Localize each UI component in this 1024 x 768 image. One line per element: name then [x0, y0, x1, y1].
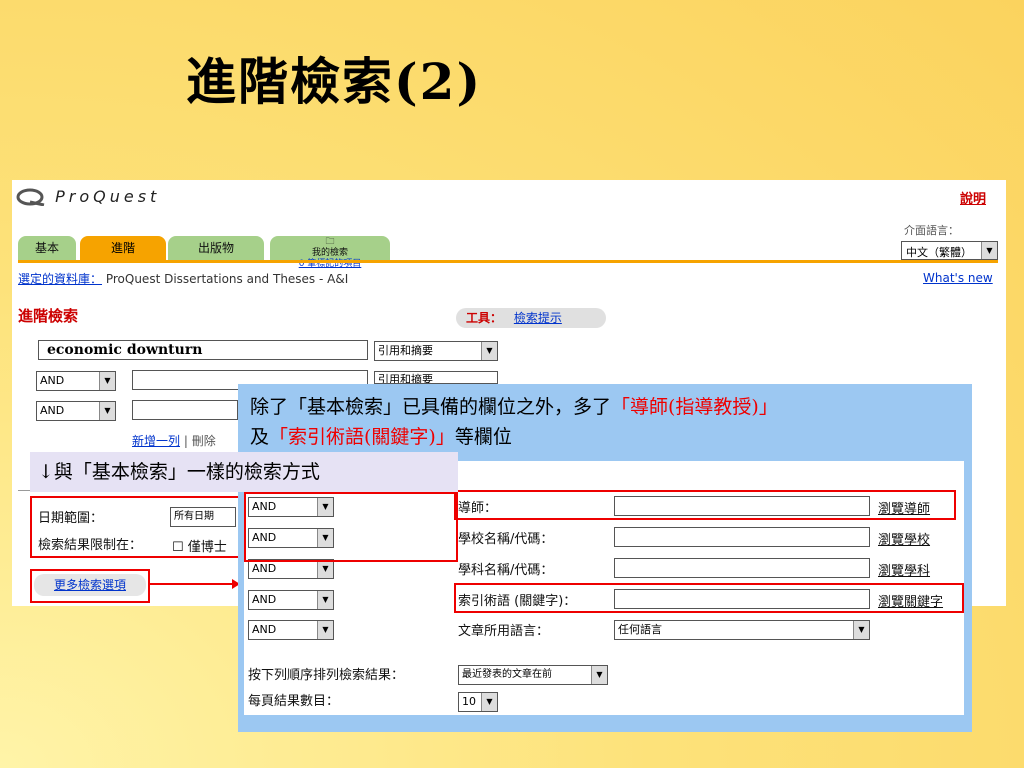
add-row-link[interactable]: 新增一列: [132, 434, 180, 448]
per-page-value: 10: [462, 695, 476, 708]
browse-school-link[interactable]: 瀏覽學校: [878, 529, 930, 548]
subject-input[interactable]: [614, 558, 870, 578]
highlight-box-advisor: [454, 490, 956, 520]
callout-line2-a: 及: [250, 426, 270, 448]
tab-advanced[interactable]: 進階: [80, 236, 166, 260]
chevron-down-icon: ▼: [99, 402, 115, 420]
callout-advisor-highlight: 「導師(指導教授)」: [611, 396, 778, 418]
language-field-label: 文章所用語言：: [458, 624, 550, 639]
field-select-2[interactable]: 引用和摘要: [374, 371, 498, 384]
field-select-2-value: 引用和摘要: [378, 373, 433, 384]
chevron-down-icon: ▼: [981, 242, 997, 259]
extra-operator-5-value: AND: [252, 623, 277, 636]
tab-divider: [18, 260, 998, 263]
tab-basic[interactable]: 基本: [18, 236, 76, 260]
language-label: 介面語言：: [904, 224, 959, 237]
extra-operator-5[interactable]: AND ▼: [248, 620, 334, 640]
per-page-select[interactable]: 10 ▼: [458, 692, 498, 712]
tools-bar: 工具： 檢索提示: [456, 308, 606, 328]
same-as-basic-note: ↓與「基本檢索」一樣的檢索方式: [30, 452, 458, 492]
subject-label: 學科名稱/代碼：: [458, 563, 554, 578]
search-input-3[interactable]: [132, 400, 238, 420]
language-select[interactable]: 中文（繁體） ▼: [901, 241, 998, 260]
highlight-box-more-options: [30, 569, 150, 603]
chevron-down-icon: ▼: [317, 621, 333, 639]
slide-title: 進階檢索(2): [186, 52, 483, 111]
logo-text: ProQuest: [55, 187, 161, 206]
tab-publications[interactable]: 出版物: [168, 236, 264, 260]
search-tips-link[interactable]: 檢索提示: [514, 311, 562, 325]
chevron-down-icon: ▼: [317, 591, 333, 609]
search-input-1[interactable]: economic downturn: [38, 340, 368, 360]
extra-operator-4[interactable]: AND ▼: [248, 590, 334, 610]
extra-operator-3-value: AND: [252, 562, 277, 575]
help-link[interactable]: 說明: [960, 188, 986, 207]
callout-line2-c: 等欄位: [454, 426, 512, 448]
operator-2-value: AND: [40, 374, 65, 387]
proquest-logo: ProQuest: [16, 187, 160, 206]
chevron-down-icon: ▼: [317, 560, 333, 578]
extra-operator-4-value: AND: [252, 593, 277, 606]
callout-text: 除了「基本檢索」已具備的欄位之外，多了「導師(指導教授)」 及「索引術語(關鍵字…: [250, 392, 962, 452]
language-select-value: 中文（繁體）: [906, 246, 972, 259]
database-line: 選定的資料庫： ProQuest Dissertations and These…: [18, 270, 348, 287]
highlight-box-index-term: [454, 583, 964, 613]
highlight-box-operators: [244, 492, 458, 562]
school-input[interactable]: [614, 527, 870, 547]
whats-new-link[interactable]: What's new: [923, 271, 993, 285]
article-language-value: 任何語言: [618, 623, 662, 636]
proquest-swirl-icon: [16, 188, 45, 206]
operator-select-2[interactable]: AND ▼: [36, 371, 116, 391]
field-select-1-value: 引用和摘要: [378, 344, 433, 357]
tab-my-search[interactable]: 🗀 我的檢索 0 筆標記的項目: [270, 236, 390, 269]
browse-subject-link[interactable]: 瀏覽學科: [878, 560, 930, 579]
row-controls: 新增一列 | 刪除: [132, 432, 216, 449]
article-language-select[interactable]: 任何語言 ▼: [614, 620, 870, 640]
sort-value: 最近發表的文章在前: [462, 669, 552, 680]
chevron-down-icon: ▼: [481, 693, 497, 711]
pointer-arrow-line: [148, 583, 238, 585]
chevron-down-icon: ▼: [481, 342, 497, 360]
callout-index-highlight: 「索引術語(關鍵字)」: [269, 426, 455, 448]
page-title: 進階檢索: [18, 307, 79, 325]
operator-3-value: AND: [40, 404, 65, 417]
callout-line1-a: 除了「基本檢索」已具備的欄位之外，多了: [250, 396, 612, 418]
operator-select-3[interactable]: AND ▼: [36, 401, 116, 421]
chevron-down-icon: ▼: [99, 372, 115, 390]
sort-select[interactable]: 最近發表的文章在前 ▼: [458, 665, 608, 685]
chevron-down-icon: ▼: [591, 666, 607, 684]
chevron-down-icon: ▼: [853, 621, 869, 639]
school-label: 學校名稱/代碼：: [458, 532, 554, 547]
highlight-box-date: [30, 496, 240, 558]
folder-icon-label: 🗀 我的檢索: [270, 237, 390, 259]
delete-row-link[interactable]: 刪除: [192, 434, 216, 448]
database-name: ProQuest Dissertations and Theses - A&I: [105, 272, 349, 286]
extra-operator-3[interactable]: AND ▼: [248, 559, 334, 579]
row-controls-separator: |: [183, 434, 188, 448]
sort-label: 按下列順序排列檢索結果：: [248, 668, 405, 683]
tools-label: 工具：: [466, 311, 503, 325]
selected-database-link[interactable]: 選定的資料庫：: [18, 272, 102, 286]
per-page-label: 每頁結果數目：: [248, 694, 340, 709]
my-search-label: 我的檢索: [311, 248, 348, 258]
field-select-1[interactable]: 引用和摘要 ▼: [374, 341, 498, 361]
